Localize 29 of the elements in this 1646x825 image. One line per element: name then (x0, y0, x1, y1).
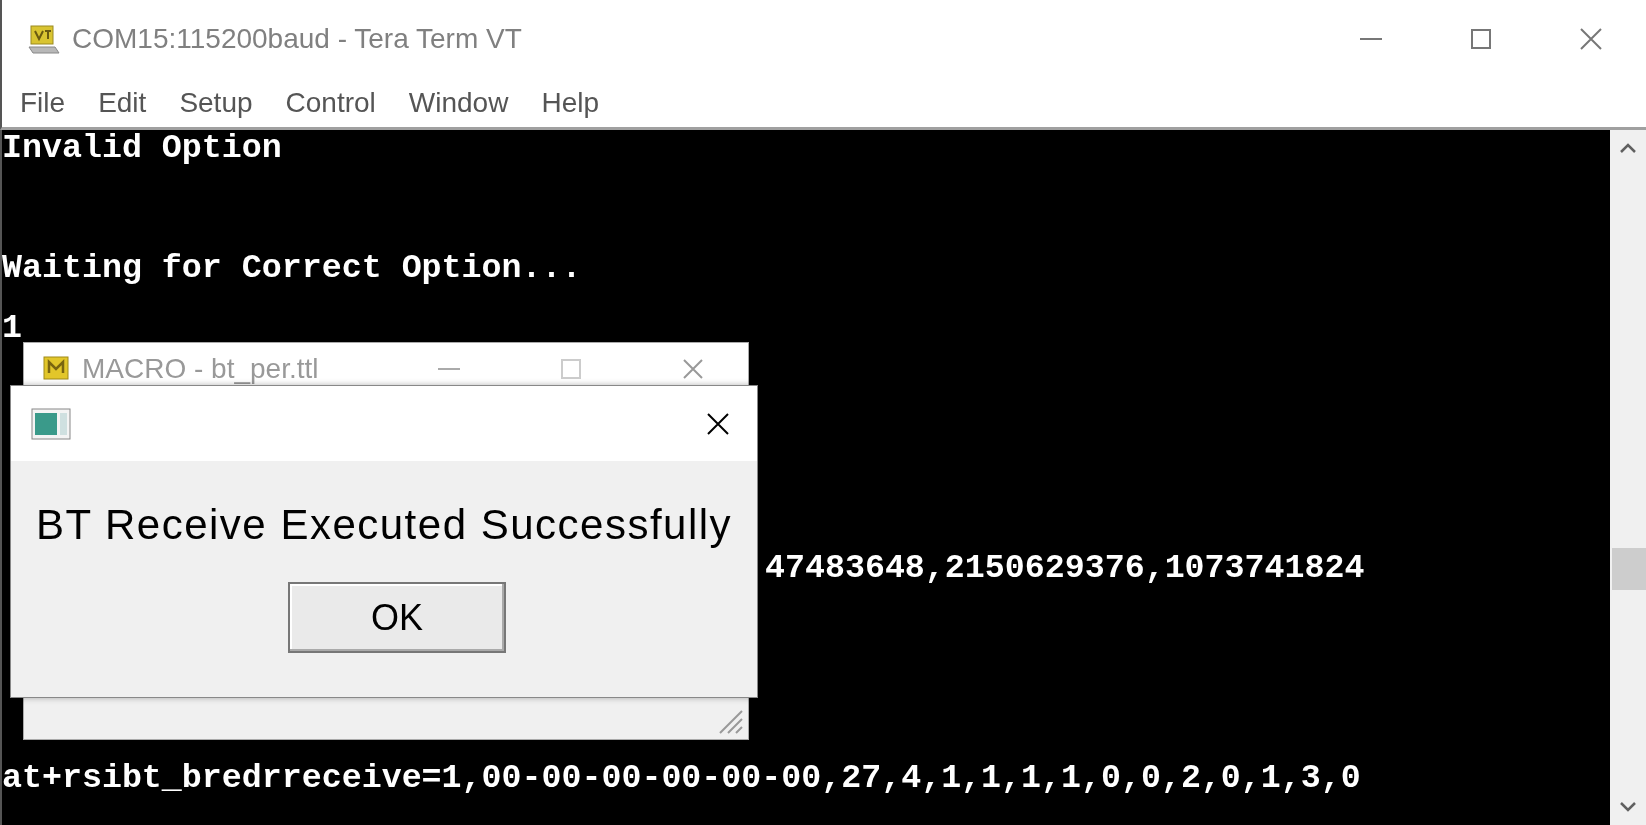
terminal-line: Waiting for Correct Option... (2, 253, 582, 283)
scroll-down-icon (1619, 801, 1637, 813)
terminal-line: 47483648,2150629376,1073741824 (765, 553, 1365, 583)
menu-item[interactable]: Window (398, 86, 519, 119)
close-icon (683, 359, 703, 379)
terminal-line: at+rsibt_bredrreceive=1,00-00-00-00-00-00,27,4,1,1,1,1,0,0,2,0,1,3,0 (2, 763, 1361, 793)
message-text: BT Receive Executed Successfully (34, 501, 734, 549)
menu-item[interactable]: Control (275, 86, 386, 119)
menu-item[interactable]: Help (531, 86, 609, 119)
maximize-icon (1471, 29, 1491, 49)
menu-item[interactable]: File (10, 86, 76, 119)
scrollbar-thumb[interactable] (1612, 548, 1646, 590)
window-title: MACRO - bt_per.ttl (82, 353, 320, 385)
macro-app-icon (42, 355, 70, 383)
scrollbar[interactable] (1610, 130, 1646, 825)
message-window-icon (31, 407, 71, 440)
terminal-line: Invalid Option (2, 133, 282, 163)
menu-item[interactable]: Edit (88, 86, 157, 119)
close-icon (1580, 28, 1602, 50)
window-title: COM15:115200baud - Tera Term VT (72, 23, 523, 55)
menu-item[interactable]: Setup (169, 86, 263, 119)
close-icon[interactable] (707, 412, 729, 435)
minimize-icon (438, 368, 460, 370)
maximize-icon (561, 359, 581, 379)
minimize-icon (1360, 38, 1382, 40)
terminal-app-icon (28, 23, 60, 55)
ok-button[interactable]: OK (288, 582, 506, 653)
scroll-up-icon (1619, 142, 1637, 154)
terminal-line: 1 (2, 313, 22, 343)
